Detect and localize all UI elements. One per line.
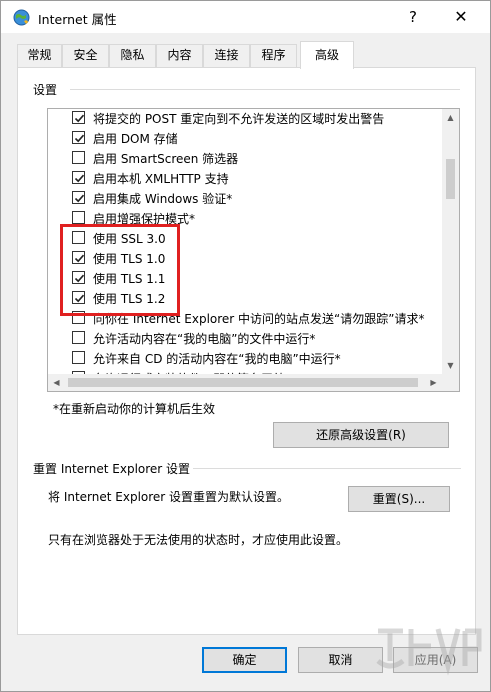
scrollbar-corner	[442, 374, 459, 391]
reset-description: 将 Internet Explorer 设置重置为默认设置。	[48, 490, 290, 504]
settings-list-item[interactable]: 允许活动内容在“我的电脑”的文件中运行*	[48, 328, 428, 348]
vertical-scroll-thumb[interactable]	[446, 159, 455, 199]
settings-item-label: 允许活动内容在“我的电脑”的文件中运行*	[93, 332, 316, 346]
reset-warning: 只有在浏览器处于无法使用的状态时，才应使用此设置。	[48, 533, 349, 547]
checkbox-unchecked[interactable]	[72, 151, 85, 164]
checkbox-checked[interactable]	[72, 191, 85, 204]
settings-item-label: 启用集成 Windows 验证*	[93, 192, 233, 206]
help-button[interactable]: ?	[401, 5, 425, 29]
globe-icon	[13, 9, 30, 26]
checkmark-icon	[74, 194, 85, 203]
settings-list-item[interactable]: 启用集成 Windows 验证*	[48, 188, 428, 208]
ok-button[interactable]: 确定	[202, 647, 287, 673]
title-bar[interactable]: Internet 属性 ? ✕	[1, 1, 490, 33]
settings-item-label: 启用 DOM 存储	[93, 132, 178, 146]
advanced-panel: 设置 将提交的 POST 重定向到不允许发送的区域时发出警告 启用 DOM 存储启…	[17, 67, 476, 635]
window-title: Internet 属性	[38, 12, 117, 27]
settings-list-item[interactable]: 启用本机 XMLHTTP 支持	[48, 168, 428, 188]
checkbox-checked[interactable]	[72, 111, 85, 124]
settings-item-label: 启用 SmartScreen 筛选器	[93, 152, 239, 166]
settings-item-label: 将提交的 POST 重定向到不允许发送的区域时发出警告	[93, 112, 385, 126]
restore-advanced-button[interactable]: 还原高级设置(R)	[273, 422, 449, 448]
close-button[interactable]: ✕	[446, 5, 476, 29]
settings-list-item[interactable]: 允许来自 CD 的活动内容在“我的电脑”中运行*	[48, 348, 428, 368]
checkmark-icon	[74, 134, 85, 143]
scroll-down-icon[interactable]: ▼	[442, 357, 459, 374]
settings-item-label: 启用本机 XMLHTTP 支持	[93, 172, 229, 186]
scroll-right-icon[interactable]: ▶	[425, 374, 442, 391]
tab-general[interactable]: 常规	[17, 44, 62, 67]
tab-advanced[interactable]: 高级	[300, 41, 354, 69]
settings-group-divider	[70, 89, 460, 90]
settings-list-item[interactable]: 将提交的 POST 重定向到不允许发送的区域时发出警告	[48, 109, 428, 128]
reset-group-divider	[193, 468, 461, 469]
cancel-button[interactable]: 取消	[298, 647, 383, 673]
settings-list-item[interactable]: 启用 SmartScreen 筛选器	[48, 148, 428, 168]
scroll-up-icon[interactable]: ▲	[442, 109, 459, 126]
reset-button[interactable]: 重置(S)...	[348, 486, 450, 512]
internet-properties-dialog: Internet 属性 ? ✕ 常规 安全 隐私 内容 连接 程序 高级 设置 …	[0, 0, 491, 692]
checkmark-icon	[74, 114, 85, 123]
settings-item-label: 允许来自 CD 的活动内容在“我的电脑”中运行*	[93, 352, 341, 366]
checkbox-unchecked[interactable]	[72, 351, 85, 364]
checkbox-unchecked[interactable]	[72, 331, 85, 344]
restart-note: *在重新启动你的计算机后生效	[53, 402, 216, 416]
scroll-left-icon[interactable]: ◀	[48, 374, 65, 391]
reset-group-label: 重置 Internet Explorer 设置	[33, 460, 197, 477]
tab-privacy[interactable]: 隐私	[109, 44, 156, 67]
checkmark-icon	[74, 174, 85, 183]
watermark-logo-icon	[376, 628, 482, 676]
checkbox-checked[interactable]	[72, 171, 85, 184]
vertical-scrollbar[interactable]: ▲ ▼	[442, 109, 459, 374]
tls-highlight-box	[60, 224, 180, 316]
settings-group-label: 设置	[33, 81, 64, 98]
checkbox-unchecked[interactable]	[72, 211, 85, 224]
tab-connections[interactable]: 连接	[203, 44, 250, 67]
horizontal-scrollbar[interactable]: ◀ ▶	[48, 374, 459, 391]
tab-content[interactable]: 内容	[156, 44, 203, 67]
checkbox-checked[interactable]	[72, 131, 85, 144]
settings-list-item[interactable]: 启用 DOM 存储	[48, 128, 428, 148]
tab-programs[interactable]: 程序	[250, 44, 297, 67]
tab-security[interactable]: 安全	[62, 44, 109, 67]
horizontal-scroll-thumb[interactable]	[68, 378, 418, 387]
